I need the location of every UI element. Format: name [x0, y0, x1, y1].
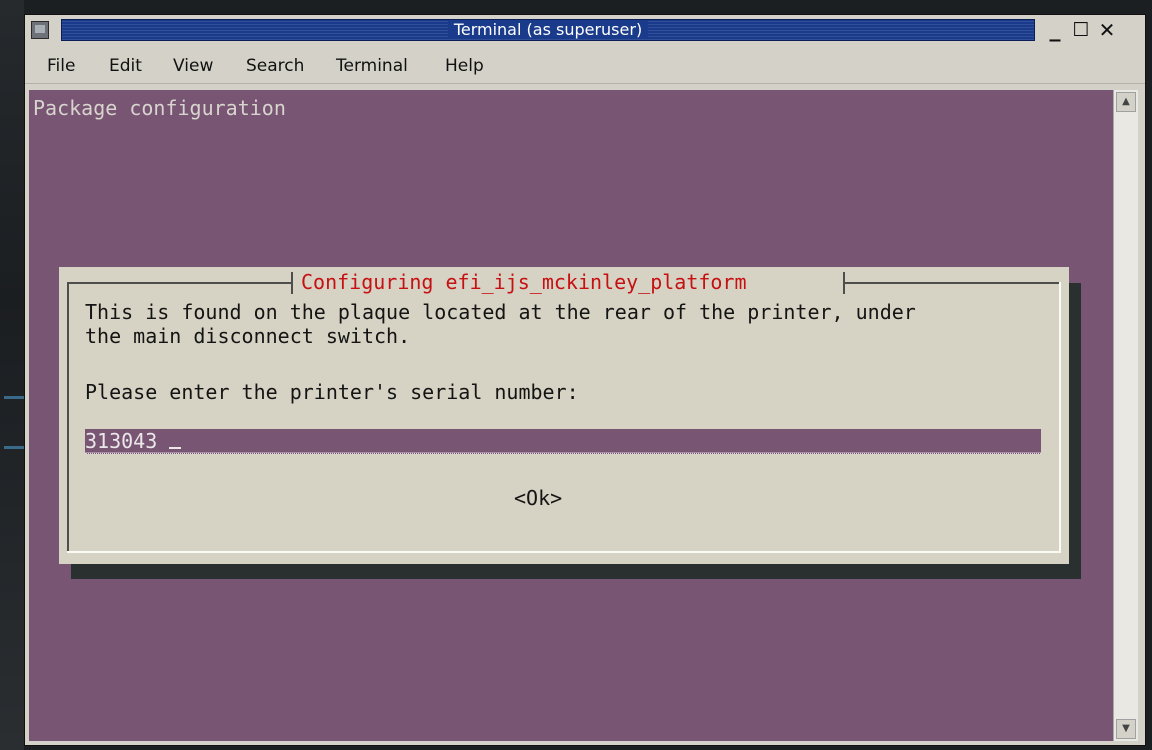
ok-button[interactable]: <Ok> — [514, 486, 562, 510]
dialog-description-line: This is found on the plaque located at t… — [85, 300, 916, 324]
dialog-frame — [67, 551, 1061, 553]
minimize-icon[interactable]: _ — [1043, 19, 1067, 41]
terminal-area[interactable]: Package configuration Configuring efi_ij… — [29, 90, 1113, 741]
vertical-scrollbar[interactable]: ▲ ▼ — [1113, 90, 1138, 741]
dialog-title-tick — [843, 272, 845, 294]
title-bar-fill[interactable]: Terminal (as superuser) — [61, 19, 1035, 41]
package-configuration-header: Package configuration — [33, 96, 286, 120]
dialog-frame — [67, 282, 69, 551]
terminal-window: Terminal (as superuser) _ ☐ ✕ File Edit … — [24, 14, 1146, 746]
serial-number-prompt: Please enter the printer's serial number… — [85, 380, 579, 404]
dialog-frame — [67, 282, 291, 284]
dialog-title-tick — [291, 272, 293, 294]
menu-help[interactable]: Help — [445, 55, 484, 77]
serial-number-input[interactable]: 313043 — [85, 429, 1041, 454]
terminal-window-icon[interactable] — [31, 21, 49, 39]
close-icon[interactable]: ✕ — [1095, 19, 1119, 41]
desktop-glint — [4, 396, 24, 399]
dialog-frame — [845, 282, 1061, 284]
scroll-down-arrow-icon[interactable]: ▼ — [1116, 719, 1136, 739]
desktop-background — [0, 0, 24, 750]
maximize-icon[interactable]: ☐ — [1069, 19, 1093, 41]
menu-edit[interactable]: Edit — [109, 55, 142, 77]
menu-file[interactable]: File — [47, 55, 75, 77]
menu-search[interactable]: Search — [246, 55, 304, 77]
text-cursor — [169, 447, 181, 449]
menu-view[interactable]: View — [173, 55, 213, 77]
configuration-dialog: Configuring efi_ijs_mckinley_platform Th… — [59, 267, 1069, 564]
desktop-glint — [4, 446, 24, 449]
title-bar[interactable]: Terminal (as superuser) _ ☐ ✕ — [25, 15, 1145, 45]
menu-terminal[interactable]: Terminal — [336, 55, 408, 77]
dialog-title: Configuring efi_ijs_mckinley_platform — [301, 270, 747, 294]
serial-number-value: 313043 — [85, 429, 158, 453]
menu-bar: File Edit View Search Terminal Help — [25, 49, 1145, 84]
dialog-frame — [1059, 282, 1061, 551]
scroll-up-arrow-icon[interactable]: ▲ — [1116, 92, 1136, 112]
window-title: Terminal (as superuser) — [447, 20, 649, 39]
dialog-description-line: the main disconnect switch. — [85, 324, 411, 348]
